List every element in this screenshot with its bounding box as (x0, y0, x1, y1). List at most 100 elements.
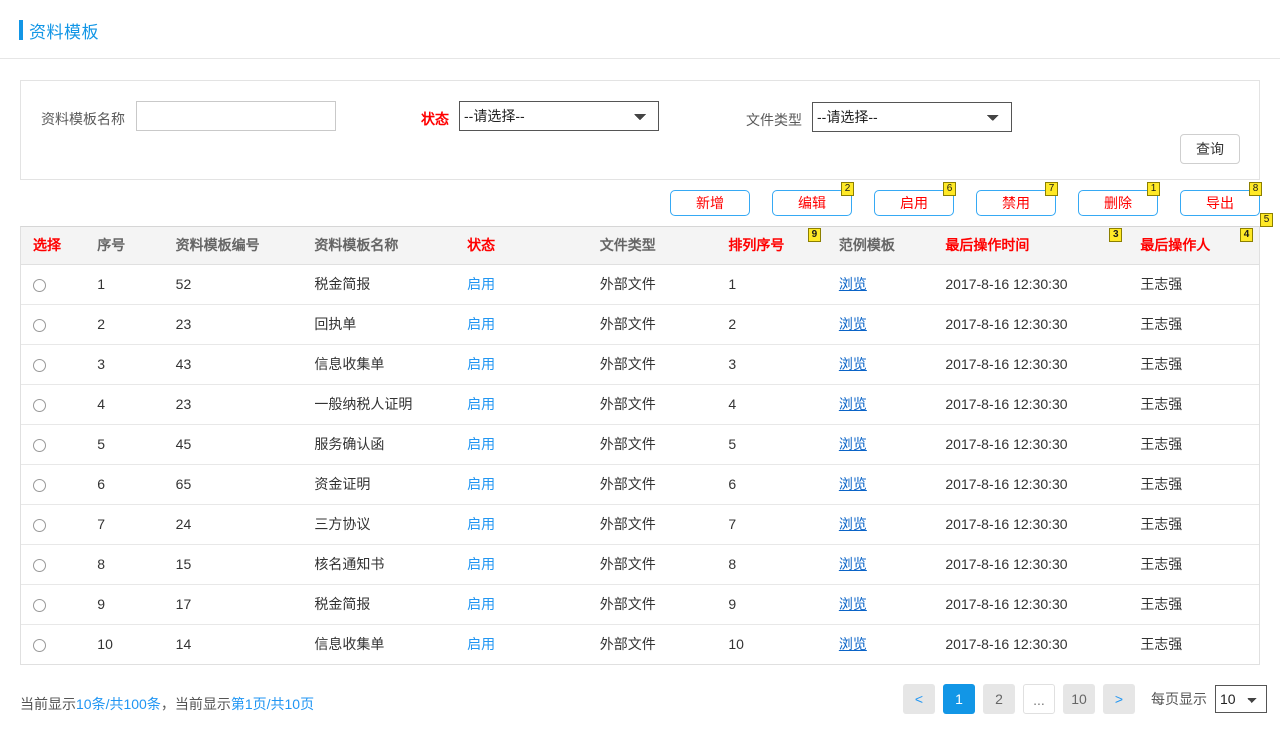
row-name-cell: 回执单 (302, 304, 455, 344)
row-radio-button[interactable] (33, 439, 46, 452)
row-name: 回执单 (314, 316, 356, 332)
row-time: 2017-8-16 12:30:30 (945, 276, 1067, 292)
status-select[interactable]: --请选择-- (459, 101, 659, 131)
action-button[interactable]: 禁用 (976, 190, 1056, 216)
row-radio-button[interactable] (33, 279, 46, 292)
row-template-link[interactable]: 浏览 (839, 356, 867, 372)
row-template-link-cell[interactable]: 浏览 (827, 624, 934, 664)
row-code: 14 (176, 636, 192, 652)
row-radio-button[interactable] (33, 359, 46, 372)
action-badge: 8 (1249, 182, 1262, 196)
row-template-link-cell[interactable]: 浏览 (827, 304, 934, 344)
row-template-link[interactable]: 浏览 (839, 316, 867, 332)
row-template-link[interactable]: 浏览 (839, 636, 867, 652)
table-row[interactable]: 815核名通知书启用外部文件8浏览2017-8-16 12:30:30王志强 (21, 544, 1259, 584)
row-status-cell: 启用 (455, 384, 588, 424)
row-template-link-cell[interactable]: 浏览 (827, 464, 934, 504)
row-template-link-cell[interactable]: 浏览 (827, 504, 934, 544)
table-row[interactable]: 223回执单启用外部文件2浏览2017-8-16 12:30:30王志强 (21, 304, 1259, 344)
row-status: 启用 (467, 436, 495, 452)
page-title: 资料模板 (29, 18, 99, 43)
action-button[interactable]: 编辑 (772, 190, 852, 216)
pagination-next-button[interactable]: > (1103, 684, 1135, 714)
query-button[interactable]: 查询 (1180, 134, 1240, 164)
row-select-cell[interactable] (21, 504, 85, 544)
row-order-cell: 5 (716, 424, 827, 464)
row-index-cell: 7 (85, 504, 163, 544)
row-time: 2017-8-16 12:30:30 (945, 436, 1067, 452)
row-radio-button[interactable] (33, 599, 46, 612)
column-header-label: 文件类型 (600, 237, 656, 253)
row-template-link-cell[interactable]: 浏览 (827, 544, 934, 584)
row-order: 9 (728, 596, 736, 612)
filter-panel: 资料模板名称 状态 --请选择-- 文件类型 --请选择-- (20, 80, 1260, 180)
file-type-select[interactable]: --请选择-- (812, 102, 1012, 132)
row-template-link-cell[interactable]: 浏览 (827, 344, 934, 384)
row-radio-button[interactable] (33, 519, 46, 532)
row-radio-button[interactable] (33, 559, 46, 572)
row-index-cell: 6 (85, 464, 163, 504)
row-name: 信息收集单 (314, 356, 384, 372)
pagination-prev-button[interactable]: < (903, 684, 935, 714)
row-template-link-cell[interactable]: 浏览 (827, 584, 934, 624)
row-select-cell[interactable] (21, 384, 85, 424)
row-radio-button[interactable] (33, 319, 46, 332)
row-select-cell[interactable] (21, 344, 85, 384)
action-button[interactable]: 导出 (1180, 190, 1260, 216)
row-user: 王志强 (1140, 316, 1182, 332)
row-radio-button[interactable] (33, 399, 46, 412)
column-header-select: 选择 (21, 227, 85, 264)
column-header-order: 排列序号9 (716, 227, 827, 264)
table-row[interactable]: 724三方协议启用外部文件7浏览2017-8-16 12:30:30王志强 (21, 504, 1259, 544)
row-select-cell[interactable] (21, 424, 85, 464)
row-time: 2017-8-16 12:30:30 (945, 516, 1067, 532)
per-page-select[interactable]: 10 (1215, 685, 1267, 713)
column-header-label: 最后操作人 (1140, 237, 1210, 253)
table-row[interactable]: 665资金证明启用外部文件6浏览2017-8-16 12:30:30王志强 (21, 464, 1259, 504)
row-template-link-cell[interactable]: 浏览 (827, 424, 934, 464)
row-template-link[interactable]: 浏览 (839, 596, 867, 612)
table-row[interactable]: 917税金简报启用外部文件9浏览2017-8-16 12:30:30王志强 (21, 584, 1259, 624)
row-select-cell[interactable] (21, 264, 85, 304)
row-template-link[interactable]: 浏览 (839, 556, 867, 572)
table-row[interactable]: 1014信息收集单启用外部文件10浏览2017-8-16 12:30:30王志强 (21, 624, 1259, 664)
table-row[interactable]: 545服务确认函启用外部文件5浏览2017-8-16 12:30:30王志强 (21, 424, 1259, 464)
row-select-cell[interactable] (21, 544, 85, 584)
row-select-cell[interactable] (21, 464, 85, 504)
row-radio-button[interactable] (33, 479, 46, 492)
row-radio-button[interactable] (33, 639, 46, 652)
pagination-page-button[interactable]: 2 (983, 684, 1015, 714)
pagination-page-button[interactable]: 1 (943, 684, 975, 714)
row-user: 王志强 (1140, 476, 1182, 492)
row-filetype-cell: 外部文件 (588, 624, 717, 664)
action-button[interactable]: 删除 (1078, 190, 1158, 216)
table-row[interactable]: 423一般纳税人证明启用外部文件4浏览2017-8-16 12:30:30王志强 (21, 384, 1259, 424)
pagination-page-button[interactable]: 10 (1063, 684, 1095, 714)
row-time-cell: 2017-8-16 12:30:30 (933, 624, 1128, 664)
row-name-cell: 税金简报 (302, 264, 455, 304)
row-time-cell: 2017-8-16 12:30:30 (933, 264, 1128, 304)
table-row[interactable]: 152税金简报启用外部文件1浏览2017-8-16 12:30:30王志强 (21, 264, 1259, 304)
row-template-link[interactable]: 浏览 (839, 476, 867, 492)
row-template-link[interactable]: 浏览 (839, 516, 867, 532)
row-select-cell[interactable] (21, 584, 85, 624)
table-row[interactable]: 343信息收集单启用外部文件3浏览2017-8-16 12:30:30王志强 (21, 344, 1259, 384)
row-user: 王志强 (1140, 516, 1182, 532)
row-code-cell: 45 (164, 424, 303, 464)
action-button[interactable]: 新增 (670, 190, 750, 216)
template-name-input[interactable] (136, 101, 336, 131)
row-code: 23 (176, 316, 192, 332)
row-template-link-cell[interactable]: 浏览 (827, 384, 934, 424)
row-template-link[interactable]: 浏览 (839, 436, 867, 452)
row-select-cell[interactable] (21, 304, 85, 344)
row-code: 43 (176, 356, 192, 372)
row-code: 45 (176, 436, 192, 452)
row-template-link[interactable]: 浏览 (839, 396, 867, 412)
row-template-link[interactable]: 浏览 (839, 276, 867, 292)
row-template-link-cell[interactable]: 浏览 (827, 264, 934, 304)
row-select-cell[interactable] (21, 624, 85, 664)
row-filetype-cell: 外部文件 (588, 264, 717, 304)
row-time-cell: 2017-8-16 12:30:30 (933, 344, 1128, 384)
action-button[interactable]: 启用 (874, 190, 954, 216)
row-time: 2017-8-16 12:30:30 (945, 476, 1067, 492)
